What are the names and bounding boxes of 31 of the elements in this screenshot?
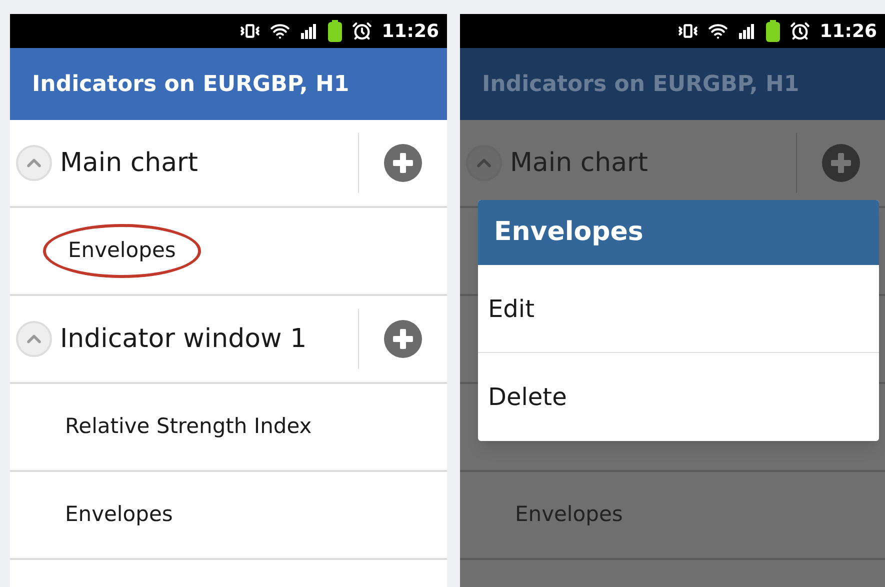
- status-time: 11:26: [820, 20, 877, 44]
- dialog-title: Envelopes: [478, 200, 879, 265]
- alarm-clock-icon: [352, 21, 372, 41]
- screen-title: Indicators on EURGBP, H1: [32, 70, 350, 98]
- vibrate-icon: [240, 21, 260, 41]
- indicator-item[interactable]: Envelopes: [10, 208, 447, 296]
- battery-icon: [328, 20, 342, 42]
- signal-icon: [300, 23, 318, 39]
- collapse-button[interactable]: [466, 145, 502, 181]
- section-title: Main chart: [60, 146, 198, 180]
- indicator-name: Envelopes: [65, 501, 173, 528]
- add-icon[interactable]: [384, 320, 422, 358]
- section-title: Indicator window 1: [60, 322, 307, 356]
- menu-option[interactable]: Delete: [478, 353, 879, 441]
- indicator-item[interactable]: Relative Strength Index: [10, 384, 447, 472]
- indicator-name: Envelopes: [515, 501, 623, 528]
- screen-title: Indicators on EURGBP, H1: [482, 70, 800, 98]
- vibrate-icon: [678, 21, 698, 41]
- add-icon[interactable]: [384, 144, 422, 182]
- status-time: 11:26: [382, 20, 439, 44]
- indicator-name: Envelopes: [43, 224, 201, 278]
- wifi-icon: [708, 21, 728, 41]
- indicator-name: Relative Strength Index: [65, 413, 312, 440]
- battery-icon: [766, 20, 780, 42]
- signal-icon: [738, 23, 756, 39]
- menu-option[interactable]: Edit: [478, 265, 879, 353]
- indicator-item[interactable]: Envelopes: [10, 472, 447, 560]
- alarm-clock-icon: [790, 21, 810, 41]
- wifi-icon: [270, 21, 290, 41]
- section-title: Main chart: [510, 146, 648, 180]
- add-icon[interactable]: [822, 144, 860, 182]
